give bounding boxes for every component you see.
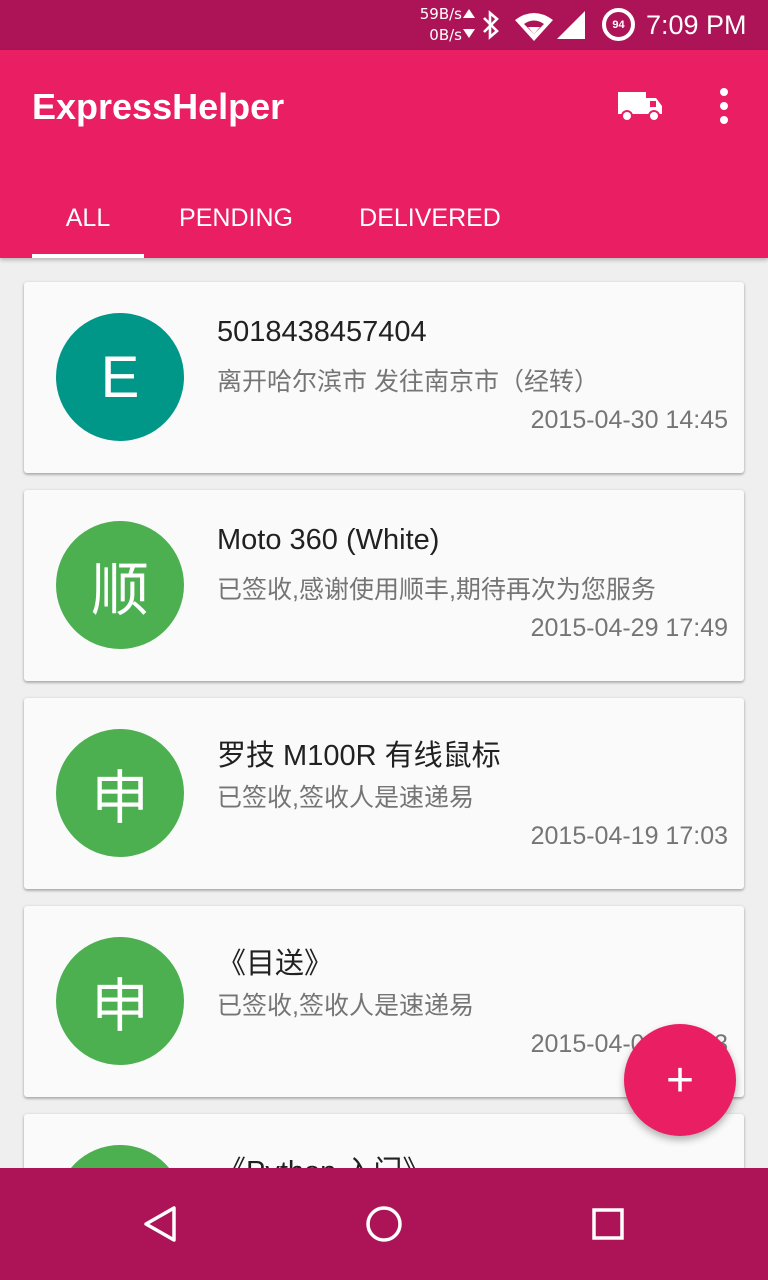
more-vert-icon [720,88,728,124]
package-title: 5018438457404 [217,316,427,348]
wifi-icon [515,13,553,41]
package-time: 2015-04-19 17:03 [530,822,728,850]
courier-avatar: 申 [56,729,184,857]
net-down-speed: 0B/s [429,26,462,44]
home-icon[interactable] [358,1198,410,1250]
courier-avatar: 申 [56,937,184,1065]
package-status: 离开哈尔滨市 发往南京市（经转） [217,368,599,396]
delivery-button[interactable] [612,82,668,130]
tab-delivered[interactable]: DELIVERED [340,178,520,258]
tab-pending[interactable]: PENDING [160,178,312,258]
courier-avatar: 顺 [56,521,184,649]
app-bar: ExpressHelper ALL PENDING DELIVERED [0,50,768,258]
status-bar: 59B/s 0B/s 94 7:09 PM [0,0,768,50]
back-icon[interactable] [134,1198,186,1250]
tab-indicator [32,254,144,258]
courier-avatar: E [56,313,184,441]
add-icon: + [665,1053,695,1107]
package-title: 罗技 M100R 有线鼠标 [217,740,501,772]
package-time: 2015-04-30 14:45 [530,406,728,434]
battery-icon: 94 [602,8,635,41]
tab-bar: ALL PENDING DELIVERED [0,178,768,258]
bluetooth-icon [483,10,499,40]
add-package-button[interactable]: + [624,1024,736,1136]
cell-signal-icon [557,11,585,39]
package-status: 已签收,签收人是速递易 [217,992,474,1020]
clock: 7:09 PM [646,10,747,40]
package-status: 已签收,感谢使用顺丰,期待再次为您服务 [217,576,656,604]
navigation-bar [0,1168,768,1280]
package-time: 2015-04-29 17:49 [530,614,728,642]
package-status: 已签收,签收人是速递易 [217,784,474,812]
data-activity-icon [463,9,475,38]
package-title: Moto 360 (White) [217,524,440,556]
tab-all[interactable]: ALL [32,178,144,258]
package-card[interactable]: 申 罗技 M100R 有线鼠标 已签收,签收人是速递易 2015-04-19 1… [24,698,744,889]
package-card[interactable]: 顺 Moto 360 (White) 已签收,感谢使用顺丰,期待再次为您服务 2… [24,490,744,681]
truck-icon [618,92,662,122]
recent-apps-icon[interactable] [582,1198,634,1250]
network-speed: 59B/s 0B/s [410,4,462,46]
net-up-speed: 59B/s [419,5,462,23]
package-card[interactable]: E 5018438457404 离开哈尔滨市 发往南京市（经转） 2015-04… [24,282,744,473]
package-title: 《目送》 [217,948,334,980]
app-title: ExpressHelper [32,86,285,127]
more-options-button[interactable] [704,82,744,130]
